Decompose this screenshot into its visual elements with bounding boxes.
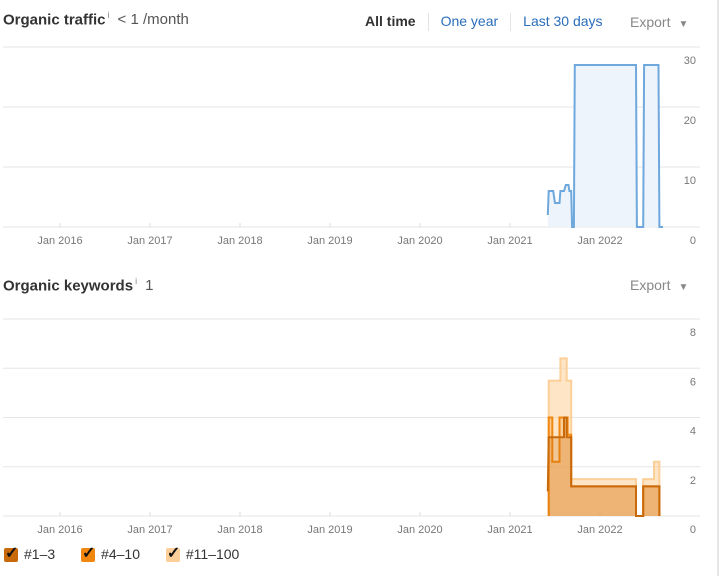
legend: #1–3 #4–10 #11–100 — [4, 543, 261, 563]
y-tick-label: 6 — [690, 376, 696, 388]
divider — [427, 13, 429, 32]
traffic-chart: 0 10 20 30 Jan 2016 Jan 2017 Jan 2018 Jan 2019 J… — [3, 46, 700, 247]
traffic-title: Organic traffic — [3, 11, 106, 29]
x-tick-label: Jan 2018 — [217, 524, 262, 535]
range-one-year[interactable]: One year — [441, 13, 499, 29]
y-tick-label: 4 — [690, 426, 696, 438]
range-last-30-days[interactable]: Last 30 days — [523, 13, 602, 29]
traffic-area — [547, 65, 663, 227]
x-tick-label: Jan 2016 — [37, 524, 82, 535]
caret-down-icon: ▼ — [678, 19, 689, 30]
keywords-metric: 1 — [145, 277, 154, 295]
legend-item-4-10[interactable]: #4–10 — [81, 543, 140, 563]
y-tick-label: 10 — [684, 175, 696, 187]
export-label: Export — [630, 277, 671, 293]
checkbox-1-3[interactable] — [4, 543, 18, 563]
x-tick-label: Jan 2019 — [307, 235, 352, 247]
x-tick-label: Jan 2017 — [127, 235, 172, 247]
legend-label: #1–3 — [24, 546, 56, 562]
divider — [510, 13, 512, 32]
y-tick-label: 0 — [690, 524, 696, 535]
keywords-header: Organic keywords i 1 — [3, 276, 153, 295]
x-tick-label: Jan 2022 — [577, 524, 622, 535]
range-selector: All time One year Last 30 days — [365, 13, 603, 32]
checkbox-11-100[interactable] — [165, 543, 180, 563]
legend-item-1-3[interactable]: #1–3 — [4, 543, 56, 563]
scrollbar-divider — [717, 0, 719, 576]
keywords-export-button[interactable]: Export ▼ — [630, 277, 688, 293]
x-tick-label: Jan 2022 — [577, 235, 622, 247]
x-tick-label: Jan 2020 — [397, 235, 442, 247]
info-icon[interactable]: i — [108, 10, 110, 20]
x-tick-label: Jan 2021 — [487, 235, 532, 247]
x-tick-label: Jan 2021 — [487, 524, 532, 535]
legend-item-11-100[interactable]: #11–100 — [165, 543, 240, 563]
x-tick-label: Jan 2018 — [217, 235, 262, 247]
traffic-header: Organic traffic i < 1 /month — [3, 10, 189, 29]
y-tick-label: 20 — [684, 115, 696, 127]
x-tick-label: Jan 2019 — [307, 524, 352, 535]
x-tick-label: Jan 2017 — [127, 524, 172, 535]
export-label: Export — [630, 14, 671, 30]
y-tick-label: 30 — [684, 55, 696, 67]
traffic-metric: < 1 /month — [117, 11, 189, 29]
y-tick-label: 8 — [690, 327, 696, 339]
checkbox-4-10[interactable] — [81, 543, 95, 563]
x-tick-label: Jan 2020 — [397, 524, 442, 535]
y-tick-label: 0 — [690, 235, 696, 247]
info-icon[interactable]: i — [135, 276, 137, 286]
range-all-time[interactable]: All time — [365, 13, 416, 29]
keywords-chart: 0 2 4 6 8 Jan 2016 Jan 2017 Jan 2018 Jan 2019 Jan… — [3, 318, 700, 535]
legend-label: #11–100 — [185, 546, 240, 562]
legend-label: #4–10 — [101, 546, 140, 562]
caret-down-icon: ▼ — [678, 282, 689, 293]
keywords-title: Organic keywords — [3, 277, 134, 295]
x-tick-label: Jan 2016 — [37, 235, 82, 247]
traffic-export-button[interactable]: Export ▼ — [630, 14, 688, 30]
y-tick-label: 2 — [690, 475, 696, 487]
